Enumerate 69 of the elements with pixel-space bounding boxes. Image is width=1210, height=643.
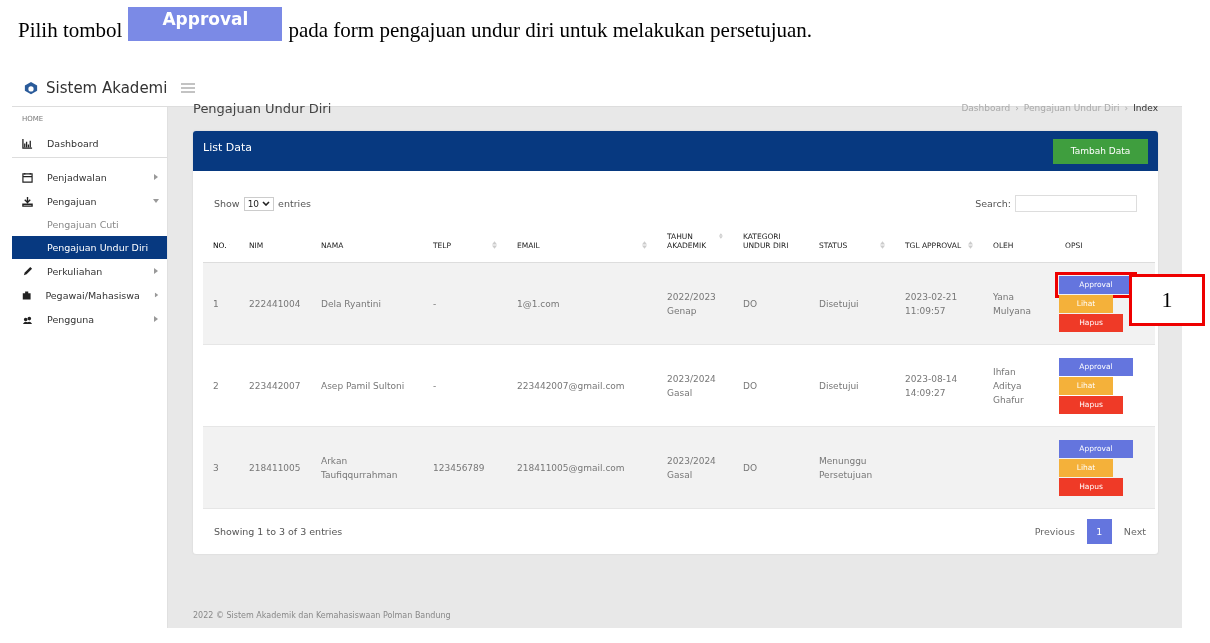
- approval-button-image: Approval: [128, 7, 283, 41]
- table-cell: 223442007@gmail.com: [517, 380, 625, 391]
- table-cell: 223442007: [249, 380, 301, 391]
- app-title: Sistem Akademi: [46, 79, 168, 97]
- sort-icon: [719, 232, 723, 240]
- table-cell: 2023-02-21 11:09:57: [905, 291, 958, 316]
- sidebar-item[interactable]: Pengguna: [12, 307, 167, 331]
- search-field[interactable]: [1015, 195, 1137, 212]
- entries-label: entries: [278, 198, 312, 209]
- entries-select[interactable]: 10: [243, 196, 275, 211]
- callout-number: 1: [1129, 273, 1205, 326]
- sidebar-item[interactable]: Pengajuan: [12, 189, 167, 213]
- table-cell: 2023/2024 Gasal: [667, 455, 716, 480]
- table-cell: 222441004: [249, 298, 301, 309]
- table-cell: 2: [213, 380, 219, 391]
- table-cell: Yana Mulyana: [993, 291, 1032, 316]
- pagination-button[interactable]: Previous: [1032, 519, 1077, 544]
- table-cell: Arkan Taufiqqurrahman: [321, 455, 398, 480]
- table-cell: 2023/2024 Gasal: [667, 373, 716, 398]
- table-cell: 2023-08-14 14:09:27: [905, 373, 958, 398]
- table-cell: Dela Ryantini: [321, 298, 381, 309]
- menu-item-icon: [22, 265, 33, 277]
- table-cell: 218411005: [249, 462, 301, 473]
- menu-item-icon: [22, 171, 33, 183]
- table-cell: Asep Pamil Sultoni: [321, 380, 405, 391]
- pagination-button[interactable]: Next: [1121, 519, 1148, 544]
- chevron-down-icon: [262, 201, 271, 206]
- table-cell: 2022/2023 Genap: [667, 291, 716, 316]
- table-cell: Menunggu Persetujuan: [819, 455, 873, 480]
- sort-icon: [880, 241, 885, 249]
- table-cell: Disetujui: [819, 298, 859, 309]
- menu-item-icon: [22, 289, 32, 301]
- table-cell: DO: [743, 462, 757, 473]
- table-cell: 3: [213, 462, 219, 473]
- table-cell: Disetujui: [819, 380, 859, 391]
- instruction-text: pada form pengajuan undur diri untuk melakukan persetujuan.: [288, 17, 813, 43]
- sidebar-item[interactable]: Dashboard: [12, 129, 167, 158]
- sort-icon: [642, 241, 647, 249]
- sidebar-subitem[interactable]: Pengajuan Undur Diri: [12, 236, 167, 259]
- sidebar-item[interactable]: Penjadwalan: [12, 165, 167, 189]
- instruction-text: Pilih tombol: [18, 17, 123, 43]
- show-label: Show: [214, 198, 240, 209]
- menu-item-icon: [22, 137, 33, 149]
- sidebar-item[interactable]: Pegawai/Mahasiswa: [12, 283, 167, 307]
- search-label: Search:: [975, 198, 1011, 209]
- table-info: Showing 1 to 3 of 3 entries: [214, 526, 343, 537]
- breadcrumb-separator: ›: [1015, 103, 1019, 113]
- table-cell: Ihfan Aditya Ghafur: [993, 366, 1024, 405]
- table-cell: DO: [743, 298, 757, 309]
- logo-icon: [24, 81, 38, 95]
- menu-item-icon: [22, 195, 33, 207]
- card-title: List Data: [203, 140, 252, 154]
- table-cell: 123456789: [433, 462, 485, 473]
- table-cell: 1@1.com: [517, 298, 560, 309]
- table-cell: DO: [743, 380, 757, 391]
- table-cell: 1: [213, 298, 219, 309]
- table-cell: 218411005@gmail.com: [517, 462, 625, 473]
- sidebar-subitem[interactable]: Pengajuan Cuti: [12, 213, 167, 236]
- menu-icon[interactable]: [181, 83, 196, 93]
- pagination-button[interactable]: 1: [1086, 519, 1112, 544]
- sort-icon: [492, 241, 497, 249]
- page-title: Pengajuan Undur Diri: [193, 101, 332, 116]
- breadcrumb-item: Index: [1133, 103, 1158, 113]
- sidebar-item[interactable]: Perkuliahan: [12, 259, 167, 283]
- table-cell: -: [433, 298, 437, 309]
- footer-text: 2022 © Sistem Akademik dan Kemahasiswaan Polman Bandung: [193, 611, 452, 622]
- table-cell: -: [433, 380, 437, 391]
- sort-icon: [968, 241, 973, 249]
- breadcrumb-separator: ›: [1124, 103, 1129, 113]
